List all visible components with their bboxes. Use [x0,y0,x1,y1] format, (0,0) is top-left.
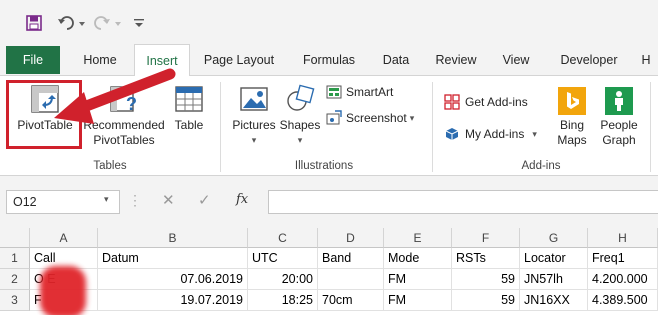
cell[interactable]: 59 [452,269,520,290]
enter-icon[interactable]: ✓ [198,191,211,209]
column-header[interactable]: A [30,228,98,248]
cell[interactable]: 70cm [318,290,384,311]
cell[interactable]: JN57lh [520,269,588,290]
row-header[interactable]: 3 [0,290,30,311]
cell[interactable]: 59 [452,290,520,311]
cell[interactable]: 18:25 [248,290,318,311]
column-header[interactable]: H [588,228,658,248]
row-header[interactable]: 1 [0,248,30,269]
cell[interactable]: 4.389.500 [588,290,658,311]
column-header[interactable]: E [384,228,452,248]
cell[interactable]: Freq1 [588,248,658,269]
cell[interactable] [318,269,384,290]
cell[interactable]: FM [384,290,452,311]
column-header[interactable]: C [248,228,318,248]
worksheet-grid: A B C D E F G H 1 Call Datum UTC Band Mo… [0,228,658,315]
formula-bar: O12 ▾ ⋮ ✕ ✓ fx [0,176,658,228]
cell[interactable]: 19.07.2019 [98,290,248,311]
cell[interactable]: 20:00 [248,269,318,290]
column-header[interactable]: F [452,228,520,248]
cell[interactable]: UTC [248,248,318,269]
column-header[interactable]: G [520,228,588,248]
cell[interactable]: FM [384,269,452,290]
formula-input[interactable] [268,190,658,214]
cell[interactable]: Mode [384,248,452,269]
redaction-blur [40,266,86,315]
cell[interactable]: Locator [520,248,588,269]
select-all-corner[interactable] [0,228,30,248]
cell[interactable]: Band [318,248,384,269]
cell[interactable]: RSTs [452,248,520,269]
column-header[interactable]: B [98,228,248,248]
row-header[interactable]: 2 [0,269,30,290]
cancel-icon[interactable]: ✕ [162,191,175,209]
cell[interactable]: Datum [98,248,248,269]
name-box[interactable]: O12 [6,190,120,214]
column-header[interactable]: D [318,228,384,248]
insert-function-icon[interactable]: fx [236,192,248,207]
cell[interactable]: JN16XX [520,290,588,311]
cell[interactable]: 4.200.000 [588,269,658,290]
cell[interactable]: 07.06.2019 [98,269,248,290]
name-box-dropdown-icon[interactable]: ▾ [104,194,109,205]
formula-more-icon: ⋮ [128,192,142,208]
